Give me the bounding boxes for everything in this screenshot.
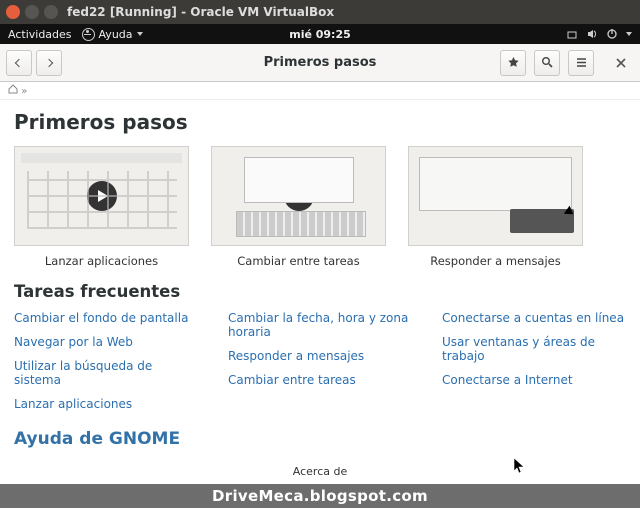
video-caption: Responder a mensajes bbox=[408, 254, 583, 268]
video-card-respond-messages[interactable]: Responder a mensajes bbox=[408, 146, 583, 268]
forward-button[interactable] bbox=[36, 50, 62, 76]
network-icon[interactable] bbox=[566, 28, 578, 40]
header-title: Primeros pasos bbox=[264, 55, 377, 70]
system-menu-chevron-icon[interactable] bbox=[626, 32, 632, 36]
window-close-button[interactable] bbox=[6, 5, 20, 19]
video-caption: Lanzar aplicaciones bbox=[14, 254, 189, 268]
link-change-wallpaper[interactable]: Cambiar el fondo de pantalla bbox=[14, 311, 198, 325]
accessibility-icon bbox=[82, 28, 95, 41]
video-caption: Cambiar entre tareas bbox=[211, 254, 386, 268]
link-column-2: Cambiar la fecha, hora y zona horaria Re… bbox=[228, 311, 412, 411]
watermark: DriveMeca.blogspot.com bbox=[0, 484, 640, 508]
link-change-date-time[interactable]: Cambiar la fecha, hora y zona horaria bbox=[228, 311, 412, 339]
video-thumbnail bbox=[14, 146, 189, 246]
link-windows-workspaces[interactable]: Usar ventanas y áreas de trabajo bbox=[442, 335, 626, 363]
volume-icon[interactable] bbox=[586, 28, 598, 40]
help-menu[interactable]: Ayuda bbox=[82, 28, 143, 41]
home-icon[interactable] bbox=[8, 84, 18, 97]
window-title: fed22 [Running] - Oracle VM VirtualBox bbox=[67, 5, 334, 19]
bookmark-button[interactable] bbox=[500, 50, 526, 76]
page-title: Primeros pasos bbox=[14, 110, 626, 134]
section-title-frequent-tasks: Tareas frecuentes bbox=[14, 282, 626, 301]
video-card-switch-tasks[interactable]: Cambiar entre tareas bbox=[211, 146, 386, 268]
link-column-3: Conectarse a cuentas en línea Usar venta… bbox=[442, 311, 626, 411]
link-launch-apps[interactable]: Lanzar aplicaciones bbox=[14, 397, 198, 411]
window-minimize-button[interactable] bbox=[25, 5, 39, 19]
frequent-tasks-links: Cambiar el fondo de pantalla Navegar por… bbox=[14, 311, 626, 411]
link-system-search[interactable]: Utilizar la búsqueda de sistema bbox=[14, 359, 198, 387]
chevron-down-icon bbox=[137, 32, 143, 36]
link-switch-tasks[interactable]: Cambiar entre tareas bbox=[228, 373, 412, 387]
window-maximize-button[interactable] bbox=[44, 5, 58, 19]
breadcrumb: » bbox=[0, 82, 640, 100]
back-button[interactable] bbox=[6, 50, 32, 76]
link-online-accounts[interactable]: Conectarse a cuentas en línea bbox=[442, 311, 626, 325]
power-icon[interactable] bbox=[606, 28, 618, 40]
link-column-1: Cambiar el fondo de pantalla Navegar por… bbox=[14, 311, 198, 411]
breadcrumb-separator: » bbox=[21, 86, 27, 97]
search-button[interactable] bbox=[534, 50, 560, 76]
app-header-bar: Primeros pasos bbox=[0, 44, 640, 82]
video-thumbnail bbox=[211, 146, 386, 246]
chevron-right-icon bbox=[45, 58, 53, 66]
video-thumbnail bbox=[408, 146, 583, 246]
help-menu-label: Ayuda bbox=[99, 28, 133, 41]
main-content: Primeros pasos Lanzar aplicaciones Cambi… bbox=[0, 100, 640, 484]
video-card-row: Lanzar aplicaciones Cambiar entre tareas… bbox=[14, 146, 626, 268]
about-link[interactable]: Acerca de bbox=[293, 465, 347, 478]
chevron-left-icon bbox=[15, 58, 23, 66]
link-connect-internet[interactable]: Conectarse a Internet bbox=[442, 373, 626, 387]
clock[interactable]: mié 09:25 bbox=[289, 28, 351, 41]
activities-button[interactable]: Actividades bbox=[8, 28, 72, 41]
gnome-top-bar: Actividades Ayuda mié 09:25 bbox=[0, 24, 640, 44]
link-respond-messages[interactable]: Responder a mensajes bbox=[228, 349, 412, 363]
virtualbox-titlebar: fed22 [Running] - Oracle VM VirtualBox bbox=[0, 0, 640, 24]
gnome-help-heading[interactable]: Ayuda de GNOME bbox=[14, 429, 626, 449]
link-browse-web[interactable]: Navegar por la Web bbox=[14, 335, 198, 349]
close-button[interactable] bbox=[608, 50, 634, 76]
menu-button[interactable] bbox=[568, 50, 594, 76]
video-card-launch-apps[interactable]: Lanzar aplicaciones bbox=[14, 146, 189, 268]
